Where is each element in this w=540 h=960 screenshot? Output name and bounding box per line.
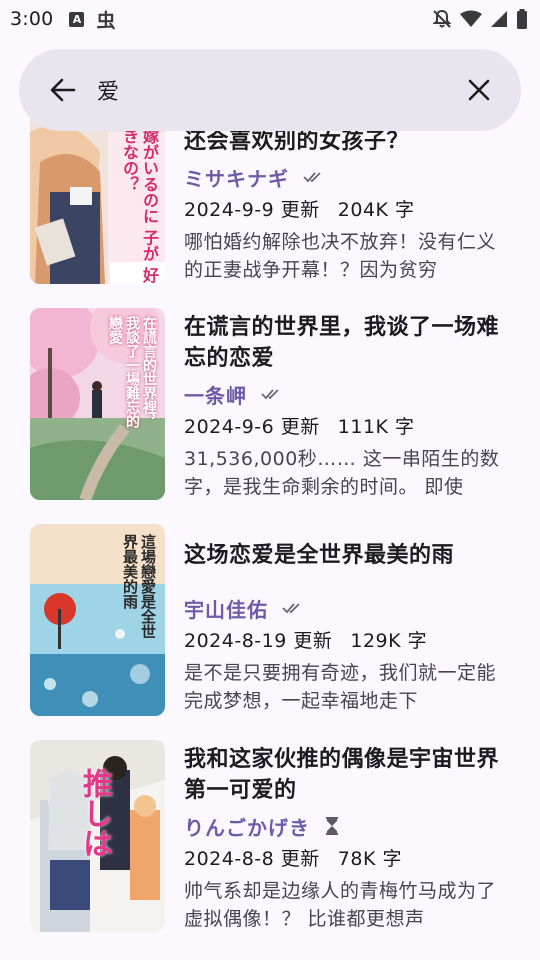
book-meta: 2024-9-6 更新 111K 字 bbox=[184, 411, 514, 443]
clear-search-button[interactable] bbox=[459, 70, 499, 110]
double-check-icon bbox=[303, 170, 325, 184]
app-notification-icon: A bbox=[69, 11, 85, 27]
book-author[interactable]: ミサキナギ bbox=[184, 163, 289, 192]
book-author[interactable]: 宇山佳佑 bbox=[184, 594, 268, 623]
update-date: 2024-8-8 更新 bbox=[184, 848, 320, 870]
update-date: 2024-9-6 更新 bbox=[184, 416, 320, 438]
cellular-signal-icon bbox=[490, 10, 508, 28]
word-count: 204K 字 bbox=[337, 199, 415, 221]
book-title: 我和这家伙推的偶像是宇宙世界第一可爱的 bbox=[184, 747, 500, 803]
book-info: 我和这家伙推的偶像是宇宙世界第一可爱的 りんごかげき 2024-8-8 更新 78… bbox=[184, 744, 514, 933]
status-icons bbox=[432, 9, 528, 29]
screen: 嫁がいるのに 子が 好きなの？ 还会喜欢别的女孩子？ ミサキナギ 2024-9-… bbox=[0, 0, 540, 960]
book-title: 这场恋爱是全世界最美的雨 bbox=[184, 543, 455, 568]
book-title: 在谎言的世界里，我谈了一场难忘的恋爱 bbox=[184, 315, 500, 371]
double-check-icon bbox=[282, 601, 304, 615]
update-date: 2024-9-9 更新 bbox=[184, 199, 320, 221]
author-row: 宇山佳佑 bbox=[184, 591, 514, 625]
book-meta: 2024-9-9 更新 204K 字 bbox=[184, 194, 514, 226]
book-author[interactable]: 一条岬 bbox=[184, 380, 247, 409]
word-count: 78K 字 bbox=[337, 848, 402, 870]
book-author[interactable]: りんごかげき bbox=[184, 812, 310, 841]
cover-title-text: 這場戀愛是全世界最美的雨 bbox=[121, 534, 157, 639]
back-button[interactable] bbox=[43, 70, 83, 110]
arrow-back-icon bbox=[50, 78, 76, 102]
wifi-icon bbox=[460, 10, 482, 28]
book-description: 哪怕婚约解除也决不放弃！没有仁义的正妻战争开幕！？因为贫穷 bbox=[184, 231, 497, 281]
author-row: りんごかげき bbox=[184, 809, 514, 843]
book-info: 这场恋爱是全世界最美的雨 宇山佳佑 2024-8-19 更新 129K 字 是不是… bbox=[184, 540, 514, 715]
book-description: 31,536,000秒…… 这一串陌生的数字，是我生命剩余的时间。 即使 bbox=[184, 448, 500, 498]
book-description: 帅气系却是边缘人的青梅竹马成为了虚拟偶像！？ 比谁都更想声 bbox=[184, 880, 497, 930]
search-bar[interactable]: 爱 bbox=[19, 49, 521, 131]
cover-title-text: 在謊言的世界裡，我談了一場難忘的戀愛 bbox=[107, 316, 157, 428]
double-check-icon bbox=[261, 387, 283, 401]
author-row: ミサキナギ bbox=[184, 160, 514, 194]
book-info: 在谎言的世界里，我谈了一场难忘的恋爱 一条岬 2024-9-6 更新 111K 字… bbox=[184, 312, 514, 501]
status-time: 3:00 bbox=[10, 8, 54, 30]
status-bar: 3:00 A 虫 bbox=[0, 0, 540, 38]
book-item[interactable]: 這場戀愛是全世界最美的雨 这场恋爱是全世界最美的雨 宇山佳佑 2024-8-19… bbox=[0, 524, 540, 734]
book-info: 还会喜欢别的女孩子？ ミサキナギ 2024-9-9 更新 204K 字 哪怕婚约解… bbox=[184, 126, 514, 284]
update-date: 2024-8-19 更新 bbox=[184, 630, 333, 652]
cover-title-text: 嫁がいるのに 子が 好きなの？ bbox=[120, 128, 159, 284]
book-item[interactable]: 在謊言的世界裡，我談了一場難忘的戀愛 在谎言的世界里，我谈了一场难忘的恋爱 一条… bbox=[0, 308, 540, 518]
book-description: 是不是只要拥有奇迹，我们就一定能完成梦想，一起幸福地走下 bbox=[184, 662, 497, 712]
bug-notification-icon: 虫 bbox=[96, 9, 116, 32]
mute-icon bbox=[432, 9, 452, 29]
book-meta: 2024-8-19 更新 129K 字 bbox=[184, 625, 514, 657]
word-count: 111K 字 bbox=[337, 416, 415, 438]
search-results-list[interactable]: 嫁がいるのに 子が 好きなの？ 还会喜欢别的女孩子？ ミサキナギ 2024-9-… bbox=[0, 0, 540, 960]
book-cover[interactable]: 推しは bbox=[30, 740, 165, 932]
search-input[interactable]: 爱 bbox=[97, 74, 459, 106]
book-item[interactable]: 推しは 我和这家伙推的偶像是宇宙世界第一可爱的 りんごかげき 2024-8-8 … bbox=[0, 740, 540, 950]
book-cover[interactable]: 在謊言的世界裡，我談了一場難忘的戀愛 bbox=[30, 308, 165, 500]
close-icon bbox=[468, 79, 490, 101]
book-cover[interactable]: 這場戀愛是全世界最美的雨 bbox=[30, 524, 165, 716]
author-row: 一条岬 bbox=[184, 377, 514, 411]
cover-title-text: 推しは bbox=[77, 768, 112, 858]
word-count: 129K 字 bbox=[350, 630, 428, 652]
battery-icon bbox=[516, 9, 528, 29]
book-meta: 2024-8-8 更新 78K 字 bbox=[184, 843, 514, 875]
hourglass-icon bbox=[324, 817, 340, 835]
